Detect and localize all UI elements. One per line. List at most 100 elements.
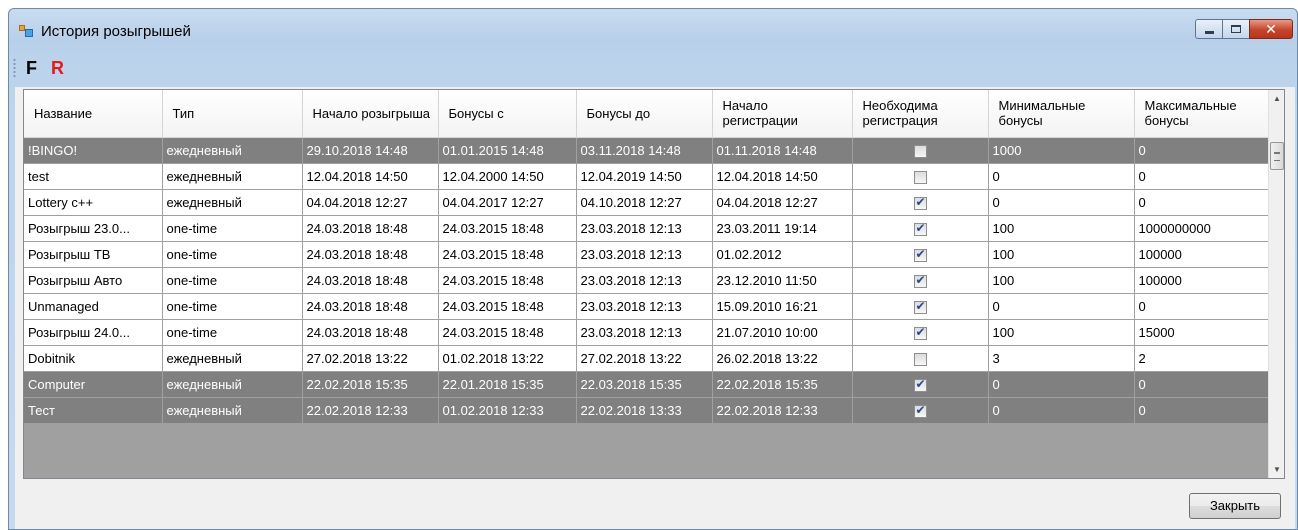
registration-checkbox[interactable] xyxy=(913,299,927,314)
cell-min-bonus[interactable]: 100 xyxy=(988,319,1135,346)
cell-type[interactable]: one-time xyxy=(162,267,303,294)
cell-reg-start[interactable]: 01.11.2018 14:48 xyxy=(712,137,853,164)
registration-checkbox[interactable] xyxy=(913,195,927,210)
cell-max-bonus[interactable]: 1000000000 xyxy=(1134,215,1271,242)
vertical-scrollbar[interactable]: ▲ ▼ xyxy=(1268,90,1284,478)
cell-bonus-from[interactable]: 24.03.2015 18:48 xyxy=(438,215,577,242)
scroll-down-arrow-icon[interactable]: ▼ xyxy=(1269,461,1284,478)
cell-reg-start[interactable]: 23.03.2011 19:14 xyxy=(712,215,853,242)
cell-name[interactable]: Розыгрыш Авто xyxy=(24,267,163,294)
column-header[interactable]: Название xyxy=(24,90,163,138)
cell-registration-required[interactable] xyxy=(852,397,989,424)
cell-max-bonus[interactable]: 100000 xyxy=(1134,267,1271,294)
registration-checkbox[interactable] xyxy=(913,377,927,392)
cell-bonus-from[interactable]: 22.01.2018 15:35 xyxy=(438,371,577,398)
cell-type[interactable]: one-time xyxy=(162,241,303,268)
registration-checkbox[interactable] xyxy=(913,170,927,184)
registration-checkbox[interactable] xyxy=(913,221,927,236)
cell-bonus-to[interactable]: 22.02.2018 13:33 xyxy=(576,397,713,424)
cell-reg-start[interactable]: 22.02.2018 12:33 xyxy=(712,397,853,424)
registration-checkbox[interactable] xyxy=(913,403,927,418)
cell-bonus-to[interactable]: 04.10.2018 12:27 xyxy=(576,189,713,216)
cell-name[interactable]: Unmanaged xyxy=(24,293,163,320)
cell-name[interactable]: !BINGO! xyxy=(24,137,163,164)
toolbar-grip[interactable] xyxy=(13,58,16,78)
cell-start[interactable]: 27.02.2018 13:22 xyxy=(302,345,439,372)
cell-min-bonus[interactable]: 100 xyxy=(988,267,1135,294)
close-window-button[interactable]: ✕ xyxy=(1249,19,1293,39)
scroll-up-arrow-icon[interactable]: ▲ xyxy=(1269,90,1284,107)
cell-type[interactable]: one-time xyxy=(162,215,303,242)
cell-min-bonus[interactable]: 1000 xyxy=(988,137,1135,164)
registration-checkbox[interactable] xyxy=(913,352,927,366)
cell-registration-required[interactable] xyxy=(852,189,989,216)
cell-name[interactable]: test xyxy=(24,163,163,190)
cell-reg-start[interactable]: 23.12.2010 11:50 xyxy=(712,267,853,294)
close-button[interactable]: Закрыть xyxy=(1189,493,1281,519)
cell-type[interactable]: ежедневный xyxy=(162,137,303,164)
table-row[interactable]: test ежедневный 12.04.2018 14:50 12.04.2000… xyxy=(24,163,1271,190)
cell-bonus-from[interactable]: 12.04.2000 14:50 xyxy=(438,163,577,190)
cell-max-bonus[interactable]: 2 xyxy=(1134,345,1271,372)
cell-bonus-from[interactable]: 04.04.2017 12:27 xyxy=(438,189,577,216)
cell-start[interactable]: 24.03.2018 18:48 xyxy=(302,241,439,268)
cell-registration-required[interactable] xyxy=(852,267,989,294)
cell-min-bonus[interactable]: 3 xyxy=(988,345,1135,372)
cell-bonus-to[interactable]: 23.03.2018 12:13 xyxy=(576,293,713,320)
cell-name[interactable]: Розыгрыш 23.0... xyxy=(24,215,163,242)
cell-type[interactable]: ежедневный xyxy=(162,397,303,424)
cell-min-bonus[interactable]: 0 xyxy=(988,163,1135,190)
table-row[interactable]: Unmanaged one-time 24.03.2018 18:48 24.03.2… xyxy=(24,293,1271,320)
cell-reg-start[interactable]: 04.04.2018 12:27 xyxy=(712,189,853,216)
cell-max-bonus[interactable]: 0 xyxy=(1134,371,1271,398)
cell-start[interactable]: 22.02.2018 12:33 xyxy=(302,397,439,424)
cell-max-bonus[interactable]: 100000 xyxy=(1134,241,1271,268)
cell-name[interactable]: Розыгрыш 24.0... xyxy=(24,319,163,346)
cell-start[interactable]: 24.03.2018 18:48 xyxy=(302,293,439,320)
cell-reg-start[interactable]: 26.02.2018 13:22 xyxy=(712,345,853,372)
cell-max-bonus[interactable]: 0 xyxy=(1134,293,1271,320)
table-row[interactable]: Розыгрыш Авто one-time 24.03.2018 18:48 24.… xyxy=(24,267,1271,294)
column-header[interactable]: Максимальные бонусы xyxy=(1134,90,1271,138)
registration-checkbox[interactable] xyxy=(913,247,927,262)
table-row[interactable]: Розыгрыш 24.0... one-time 24.03.2018 18:48… xyxy=(24,319,1271,346)
cell-start[interactable]: 04.04.2018 12:27 xyxy=(302,189,439,216)
column-header[interactable]: Начало розыгрыша xyxy=(302,90,439,138)
table-row[interactable]: Lottery c++ ежедневный 04.04.2018 12:27 04.… xyxy=(24,189,1271,216)
cell-bonus-to[interactable]: 12.04.2019 14:50 xyxy=(576,163,713,190)
cell-registration-required[interactable] xyxy=(852,319,989,346)
cell-type[interactable]: ежедневный xyxy=(162,371,303,398)
f-button[interactable]: F xyxy=(26,58,37,79)
cell-start[interactable]: 24.03.2018 18:48 xyxy=(302,215,439,242)
minimize-button[interactable] xyxy=(1195,19,1223,39)
cell-start[interactable]: 24.03.2018 18:48 xyxy=(302,267,439,294)
cell-registration-required[interactable] xyxy=(852,241,989,268)
cell-bonus-from[interactable]: 01.02.2018 13:22 xyxy=(438,345,577,372)
cell-min-bonus[interactable]: 100 xyxy=(988,215,1135,242)
cell-reg-start[interactable]: 22.02.2018 15:35 xyxy=(712,371,853,398)
cell-min-bonus[interactable]: 0 xyxy=(988,189,1135,216)
cell-bonus-to[interactable]: 23.03.2018 12:13 xyxy=(576,215,713,242)
cell-bonus-from[interactable]: 24.03.2015 18:48 xyxy=(438,319,577,346)
cell-start[interactable]: 12.04.2018 14:50 xyxy=(302,163,439,190)
cell-bonus-from[interactable]: 24.03.2015 18:48 xyxy=(438,241,577,268)
cell-min-bonus[interactable]: 0 xyxy=(988,371,1135,398)
column-header[interactable]: Необходима регистрация xyxy=(852,90,989,138)
cell-start[interactable]: 29.10.2018 14:48 xyxy=(302,137,439,164)
cell-reg-start[interactable]: 01.02.2012 xyxy=(712,241,853,268)
column-header[interactable]: Бонусы с xyxy=(438,90,577,138)
cell-start[interactable]: 22.02.2018 15:35 xyxy=(302,371,439,398)
cell-bonus-to[interactable]: 27.02.2018 13:22 xyxy=(576,345,713,372)
r-button[interactable]: R xyxy=(51,58,64,79)
cell-reg-start[interactable]: 21.07.2010 10:00 xyxy=(712,319,853,346)
draws-grid[interactable]: Название Тип Начало розыгрыша Бонусы с Бонус… xyxy=(23,89,1285,479)
cell-bonus-from[interactable]: 24.03.2015 18:48 xyxy=(438,293,577,320)
cell-reg-start[interactable]: 15.09.2010 16:21 xyxy=(712,293,853,320)
column-header[interactable]: Минимальные бонусы xyxy=(988,90,1135,138)
cell-name[interactable]: Computer xyxy=(24,371,163,398)
cell-min-bonus[interactable]: 0 xyxy=(988,293,1135,320)
cell-max-bonus[interactable]: 0 xyxy=(1134,163,1271,190)
table-row[interactable]: Computer ежедневный 22.02.2018 15:35 22.01.… xyxy=(24,371,1271,398)
cell-type[interactable]: one-time xyxy=(162,293,303,320)
cell-max-bonus[interactable]: 0 xyxy=(1134,189,1271,216)
